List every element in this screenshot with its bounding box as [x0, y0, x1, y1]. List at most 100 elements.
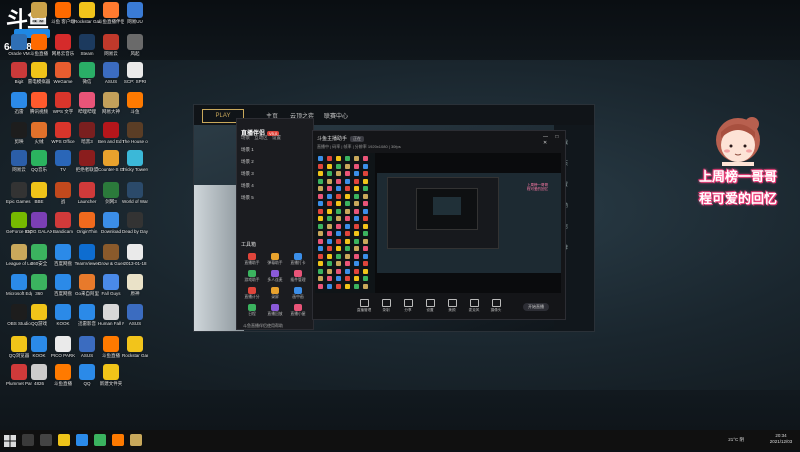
tool-item[interactable]: 弹幕助手: [264, 253, 286, 266]
desktop-icon[interactable]: 剑网3: [98, 182, 124, 204]
lol-taskbar-icon[interactable]: [130, 434, 142, 446]
desktop-icon[interactable]: ASUS: [122, 304, 148, 326]
desktop-icon[interactable]: 雷电模拟器: [26, 62, 52, 84]
tool-item[interactable]: 日程: [241, 304, 263, 317]
edge-taskbar-icon[interactable]: [76, 434, 88, 446]
task-view-icon[interactable]: [40, 434, 52, 446]
desktop-icon[interactable]: 暗黑3: [74, 122, 100, 144]
desktop-icon[interactable]: OriginThin: [74, 212, 100, 234]
tab-scene[interactable]: 场景: [241, 135, 250, 140]
control-live-manage[interactable]: 直播管理: [353, 299, 375, 313]
help-link[interactable]: 斗鱼直播伴侣使用帮助: [243, 323, 283, 329]
window-controls[interactable]: — □ ✕: [543, 134, 565, 146]
desktop-icon[interactable]: Rockstar Games: [122, 336, 148, 358]
tab-interaction[interactable]: 互动区: [254, 135, 268, 140]
scene-item[interactable]: 场景 4: [241, 183, 309, 191]
desktop-icon[interactable]: 2013-01-18: [122, 244, 148, 266]
desktop-icon[interactable]: 斗鱼直播: [26, 34, 52, 56]
desktop-icon[interactable]: Dead by Daylight: [122, 212, 148, 234]
start-live-button[interactable]: 开始直播: [523, 303, 549, 311]
weather-temperature[interactable]: 21°C 阴: [728, 437, 744, 443]
desktop-icon[interactable]: Go来自阿里: [74, 274, 100, 296]
scene-item[interactable]: 场景 3: [241, 171, 309, 179]
desktop-icon[interactable]: Tricky Towers: [122, 150, 148, 172]
desktop-icon[interactable]: The House of Da Vinci: [122, 122, 148, 144]
desktop-icon[interactable]: 战: [50, 182, 76, 204]
tab-settings[interactable]: 设置: [272, 135, 281, 140]
desktop-icon[interactable]: TeamViewer: [74, 244, 100, 266]
desktop-icon[interactable]: 新建文件夹: [98, 364, 124, 386]
desktop-icon[interactable]: 斗鱼 客户端: [50, 2, 76, 24]
desktop-icon[interactable]: KOOK: [26, 336, 52, 358]
desktop-icon[interactable]: ASUS: [98, 62, 124, 84]
desktop-icon[interactable]: ASUS: [74, 336, 100, 358]
desktop-icon[interactable]: Download: [98, 212, 124, 234]
desktop-icon[interactable]: 原神: [122, 274, 148, 296]
desktop-icon[interactable]: WPS 文字: [50, 92, 76, 114]
desktop-icon[interactable]: 斗鱼直播伴侣: [98, 2, 124, 24]
tool-item[interactable]: 直播计分: [241, 287, 263, 300]
desktop-icon[interactable]: 网易云音乐: [50, 34, 76, 56]
control-mic[interactable]: 麦克风: [463, 299, 485, 313]
control-record[interactable]: 录制: [375, 299, 397, 313]
desktop-icon[interactable]: 哔哩哔哩: [74, 92, 100, 114]
desktop-icon[interactable]: SCP: SPRI: [122, 62, 148, 84]
scene-item[interactable]: 场景 5: [241, 195, 309, 203]
control-share[interactable]: 分享: [397, 299, 419, 313]
desktop-icon[interactable]: GOG GALAXY: [26, 212, 52, 234]
desktop-icon[interactable]: 火绒: [26, 122, 52, 144]
douyu-taskbar-icon[interactable]: [112, 434, 124, 446]
tool-item[interactable]: 直播助手: [241, 253, 263, 266]
file-explorer-taskbar-icon[interactable]: [58, 434, 70, 446]
desktop-icon[interactable]: Grow & Guess: [98, 244, 124, 266]
desktop-icon[interactable]: TV: [50, 150, 76, 172]
control-camera[interactable]: 摄像头: [485, 299, 507, 313]
desktop-icon[interactable]: 微信: [74, 62, 100, 84]
desktop-icon[interactable]: 斗鱼: [122, 92, 148, 114]
tool-item[interactable]: 直播打卡: [287, 253, 309, 266]
desktop-icon[interactable]: QQ音乐: [26, 150, 52, 172]
tool-item[interactable]: 录屏: [264, 287, 286, 300]
desktop-icon[interactable]: QQ游戏: [26, 304, 52, 326]
scene-item[interactable]: 场景 1: [241, 147, 309, 155]
desktop-icon[interactable]: Counter-S Global Of...: [98, 150, 124, 172]
desktop-icon[interactable]: 百度网盘: [50, 244, 76, 266]
scene-item[interactable]: 场景 2: [241, 159, 309, 167]
desktop-icon[interactable]: WeGame: [50, 62, 76, 84]
desktop-icon[interactable]: 4826: [26, 364, 52, 386]
tool-item[interactable]: 多人连麦: [264, 270, 286, 283]
desktop-icon[interactable]: WPS Office: [50, 122, 76, 144]
desktop-icon[interactable]: Rockstar Games...: [74, 2, 100, 24]
status-pill[interactable]: 正在: [350, 136, 365, 142]
desktop-icon[interactable]: 网易大神: [98, 92, 124, 114]
tool-item[interactable]: 直播回放: [264, 304, 286, 317]
tool-item[interactable]: 直播小屋: [287, 304, 309, 317]
desktop-icon[interactable]: Ben and Ed Blood P...: [98, 122, 124, 144]
desktop-icon[interactable]: KOOK: [50, 304, 76, 326]
search-taskbar-icon[interactable]: [22, 434, 34, 446]
desktop-icon[interactable]: 拒绝者联盟: [74, 150, 100, 172]
desktop-icon[interactable]: 腾讯视频: [26, 92, 52, 114]
desktop-icon[interactable]: Steam: [74, 34, 100, 56]
client-nav-league[interactable]: 联赛中心: [324, 111, 348, 120]
desktop-icon[interactable]: 360安全: [26, 244, 52, 266]
desktop-icon[interactable]: 风起: [122, 34, 148, 56]
app-taskbar-icon[interactable]: [94, 434, 106, 446]
desktop-icon[interactable]: QQ: [74, 364, 100, 386]
desktop-icon[interactable]: 斗鱼直播: [50, 364, 76, 386]
control-beauty[interactable]: 美颜: [441, 299, 463, 313]
desktop-icon[interactable]: PICO PARK: [50, 336, 76, 358]
clock[interactable]: 20:34 2021/12/03: [766, 433, 796, 445]
desktop-icon[interactable]: Ashen: [26, 2, 52, 24]
desktop-icon[interactable]: 斗鱼直播: [98, 336, 124, 358]
desktop-icon[interactable]: Fall Guys: [98, 274, 124, 296]
tool-item[interactable]: 画中画: [287, 287, 309, 300]
desktop-icon[interactable]: Launcher: [74, 182, 100, 204]
tool-item[interactable]: 游戏助手: [241, 270, 263, 283]
desktop-icon[interactable]: 网易UU: [122, 2, 148, 24]
desktop-icon[interactable]: 360: [26, 274, 52, 296]
desktop-icon[interactable]: 网易云: [98, 34, 124, 56]
control-settings[interactable]: 设置: [419, 299, 441, 313]
tool-item[interactable]: 插件管理: [287, 270, 309, 283]
desktop-icon[interactable]: 百度网盘: [50, 274, 76, 296]
